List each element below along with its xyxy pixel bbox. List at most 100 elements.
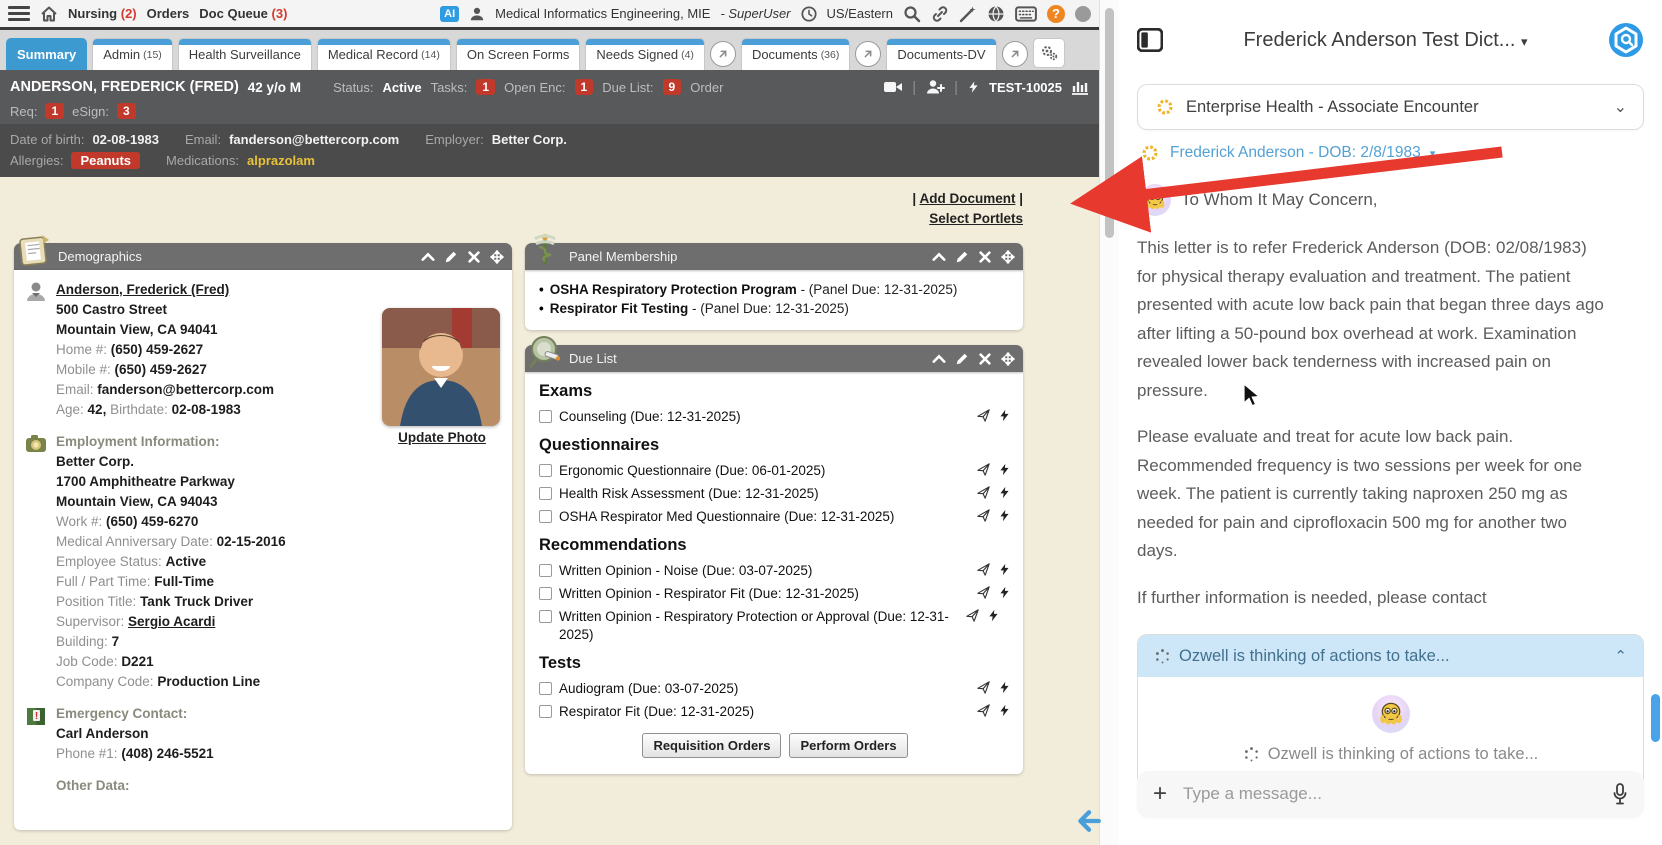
patient-name[interactable]: ANDERSON, FREDERICK (FRED) bbox=[10, 79, 239, 95]
ai-badge[interactable]: AI bbox=[440, 6, 459, 22]
due-list-badge[interactable]: 9 bbox=[663, 79, 682, 95]
needs-signed-external-link-icon[interactable] bbox=[710, 41, 736, 67]
documents-dv-external-link-icon[interactable] bbox=[1002, 41, 1028, 67]
close-icon[interactable] bbox=[978, 250, 992, 264]
tab-summary[interactable]: Summary bbox=[6, 38, 87, 70]
order-link[interactable]: Order bbox=[690, 80, 723, 95]
patient-name-link[interactable]: Anderson, Frederick (Fred) bbox=[56, 282, 229, 297]
hamburger-menu-icon[interactable] bbox=[8, 6, 30, 21]
tab-documents-dv[interactable]: Documents-DV bbox=[886, 38, 996, 70]
perform-bolt-icon[interactable] bbox=[998, 563, 1011, 576]
due-list-header[interactable]: Due List bbox=[525, 345, 1023, 372]
due-item-checkbox[interactable] bbox=[539, 510, 552, 523]
select-portlets-link[interactable]: Select Portlets bbox=[929, 211, 1023, 226]
perform-orders-button[interactable]: Perform Orders bbox=[789, 733, 907, 758]
medication-value[interactable]: alprazolam bbox=[247, 153, 315, 168]
tasks-badge[interactable]: 1 bbox=[476, 79, 495, 95]
due-item-checkbox[interactable] bbox=[539, 682, 552, 695]
send-icon[interactable] bbox=[966, 609, 979, 622]
assistant-scrollbar-thumb[interactable] bbox=[1651, 694, 1660, 742]
timezone[interactable]: US/Eastern bbox=[827, 6, 893, 21]
move-icon[interactable] bbox=[1001, 352, 1015, 366]
encounter-context-card[interactable]: Enterprise Health - Associate Encounter … bbox=[1137, 84, 1644, 130]
due-item-checkbox[interactable] bbox=[539, 410, 552, 423]
allergy-badge[interactable]: Peanuts bbox=[71, 152, 140, 169]
send-icon[interactable] bbox=[977, 586, 990, 599]
link-icon[interactable] bbox=[931, 5, 949, 23]
send-icon[interactable] bbox=[977, 704, 990, 717]
perform-bolt-icon[interactable] bbox=[998, 486, 1011, 499]
perform-bolt-icon[interactable] bbox=[998, 586, 1011, 599]
globe-icon[interactable] bbox=[987, 5, 1005, 23]
collapse-panel-arrow-icon[interactable] bbox=[1076, 808, 1102, 834]
documents-external-link-icon[interactable] bbox=[855, 41, 881, 67]
move-icon[interactable] bbox=[490, 250, 504, 264]
search-icon[interactable] bbox=[903, 5, 921, 23]
perform-bolt-icon[interactable] bbox=[998, 409, 1011, 422]
tab-health-surveillance[interactable]: Health Surveillance bbox=[178, 38, 312, 70]
patient-context-row[interactable]: Frederick Anderson - DOB: 2/8/1983 ▾ bbox=[1139, 142, 1644, 164]
panel-membership-header[interactable]: Panel Membership bbox=[525, 243, 1023, 270]
perform-bolt-icon[interactable] bbox=[998, 463, 1011, 476]
tab-needs-signed[interactable]: Needs Signed(4) bbox=[585, 38, 705, 70]
sidebar-toggle-icon[interactable] bbox=[1137, 28, 1163, 52]
vertical-scrollbar-thumb[interactable] bbox=[1105, 8, 1114, 238]
nav-nursing[interactable]: Nursing (2) bbox=[68, 6, 137, 21]
quick-action-bolt-icon[interactable] bbox=[967, 79, 980, 95]
keyboard-icon[interactable] bbox=[1015, 5, 1037, 23]
demographics-portlet-header[interactable]: Demographics bbox=[14, 243, 512, 270]
due-item-checkbox[interactable] bbox=[539, 587, 552, 600]
conversation-title[interactable]: Frederick Anderson Test Dict... ▾ bbox=[1163, 29, 1608, 52]
org-name[interactable]: Medical Informatics Engineering, MIE bbox=[495, 6, 710, 21]
due-item-checkbox[interactable] bbox=[539, 705, 552, 718]
edit-icon[interactable] bbox=[444, 250, 458, 264]
nav-orders[interactable]: Orders bbox=[147, 6, 190, 21]
video-visit-icon[interactable] bbox=[883, 79, 903, 95]
tab-on-screen-forms[interactable]: On Screen Forms bbox=[456, 38, 581, 70]
nav-doc-queue[interactable]: Doc Queue (3) bbox=[199, 6, 287, 21]
tab-admin[interactable]: Admin(15) bbox=[92, 38, 173, 70]
attach-plus-icon[interactable]: + bbox=[1153, 782, 1167, 806]
due-item-checkbox[interactable] bbox=[539, 487, 552, 500]
edit-icon[interactable] bbox=[955, 250, 969, 264]
perform-bolt-icon[interactable] bbox=[987, 609, 1000, 622]
requisition-orders-button[interactable]: Requisition Orders bbox=[642, 733, 781, 758]
send-icon[interactable] bbox=[977, 409, 990, 422]
edit-icon[interactable] bbox=[955, 352, 969, 366]
send-icon[interactable] bbox=[977, 463, 990, 476]
home-icon[interactable] bbox=[40, 5, 58, 23]
move-icon[interactable] bbox=[1001, 250, 1015, 264]
microphone-icon[interactable] bbox=[1612, 783, 1628, 805]
due-item-checkbox[interactable] bbox=[539, 564, 552, 577]
due-item-checkbox[interactable] bbox=[539, 610, 552, 623]
send-icon[interactable] bbox=[977, 509, 990, 522]
help-icon[interactable]: ? bbox=[1047, 5, 1065, 23]
due-item-checkbox[interactable] bbox=[539, 464, 552, 477]
collapse-icon[interactable] bbox=[932, 250, 946, 264]
collapse-icon[interactable] bbox=[932, 352, 946, 366]
perform-bolt-icon[interactable] bbox=[998, 509, 1011, 522]
add-person-icon[interactable] bbox=[925, 79, 945, 95]
send-icon[interactable] bbox=[977, 563, 990, 576]
perform-bolt-icon[interactable] bbox=[998, 681, 1011, 694]
wand-icon[interactable] bbox=[959, 5, 977, 23]
perform-bolt-icon[interactable] bbox=[998, 704, 1011, 717]
ozwell-logo-icon[interactable] bbox=[1608, 22, 1644, 58]
esign-badge[interactable]: 3 bbox=[117, 103, 136, 119]
thinking-card-header[interactable]: Ozwell is thinking of actions to take...… bbox=[1138, 635, 1643, 677]
collapse-icon[interactable] bbox=[421, 250, 435, 264]
tab-documents[interactable]: Documents(36) bbox=[741, 38, 850, 70]
tab-medical-record[interactable]: Medical Record(14) bbox=[317, 38, 451, 70]
open-enc-badge[interactable]: 1 bbox=[575, 79, 594, 95]
close-icon[interactable] bbox=[978, 352, 992, 366]
add-document-link[interactable]: Add Document bbox=[919, 191, 1015, 206]
update-photo-link[interactable]: Update Photo bbox=[398, 430, 486, 445]
send-icon[interactable] bbox=[977, 486, 990, 499]
close-icon[interactable] bbox=[467, 250, 481, 264]
supervisor-link[interactable]: Sergio Acardi bbox=[128, 614, 215, 629]
tab-settings-gear-icon[interactable] bbox=[1033, 38, 1065, 68]
message-input[interactable] bbox=[1183, 784, 1596, 804]
req-badge[interactable]: 1 bbox=[45, 103, 64, 119]
chart-stats-icon[interactable] bbox=[1071, 79, 1089, 95]
send-icon[interactable] bbox=[977, 681, 990, 694]
